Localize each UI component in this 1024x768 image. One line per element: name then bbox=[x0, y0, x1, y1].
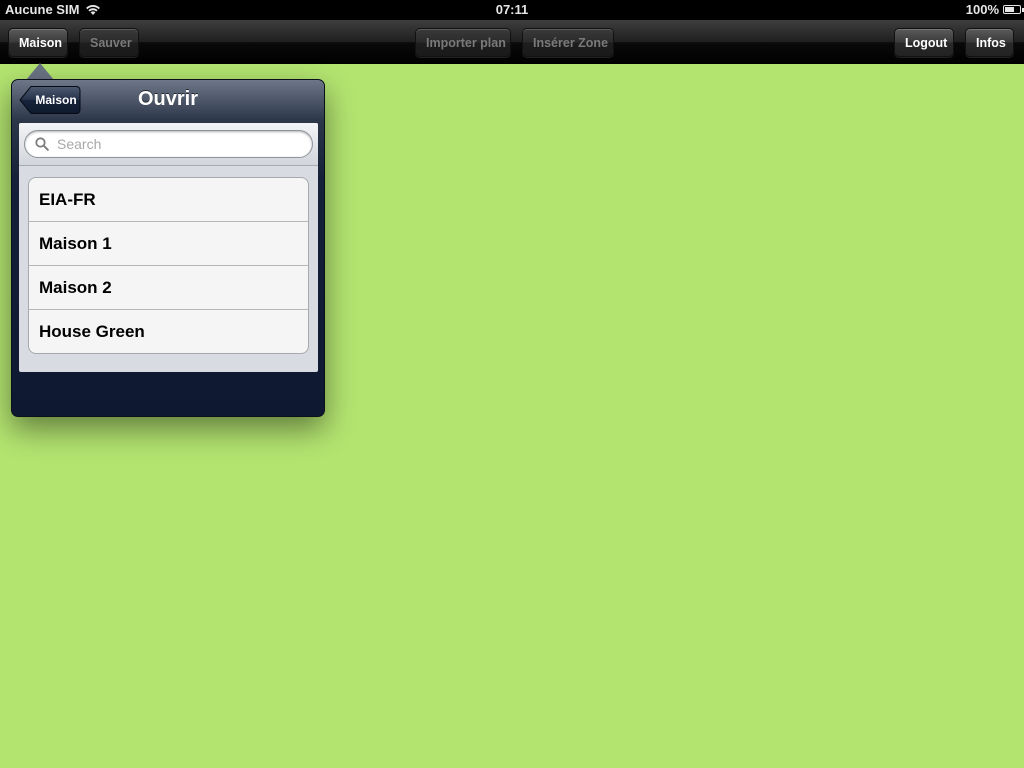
inserer-zone-button[interactable]: Insérer Zone bbox=[522, 28, 614, 57]
search-input[interactable] bbox=[57, 136, 297, 152]
logout-button[interactable]: Logout bbox=[894, 28, 954, 57]
battery-percent: 100% bbox=[965, 2, 999, 17]
search-icon bbox=[35, 137, 49, 151]
popover-title: Ouvrir bbox=[137, 88, 199, 110]
search-bar bbox=[19, 123, 318, 166]
list-item[interactable]: EIA-FR bbox=[29, 178, 308, 222]
list-item[interactable]: Maison 2 bbox=[29, 266, 308, 310]
maison-button[interactable]: Maison bbox=[8, 28, 68, 57]
toolbar: Maison Sauver Importer plan Insérer Zone… bbox=[0, 20, 1024, 64]
importer-plan-button[interactable]: Importer plan bbox=[415, 28, 511, 57]
battery-status: 100% bbox=[965, 2, 1024, 17]
status-bar: Aucune SIM 07:11 100% bbox=[0, 0, 1024, 20]
list-item[interactable]: Maison 1 bbox=[29, 222, 308, 266]
search-field[interactable] bbox=[24, 130, 313, 158]
battery-icon bbox=[1003, 5, 1024, 14]
clock: 07:11 bbox=[495, 2, 529, 17]
popover-arrow bbox=[26, 63, 54, 80]
infos-button[interactable]: Infos bbox=[965, 28, 1014, 57]
house-list: EIA-FR Maison 1 Maison 2 House Green bbox=[28, 177, 309, 354]
popover-content: EIA-FR Maison 1 Maison 2 House Green bbox=[19, 123, 318, 372]
ouvrir-popover: Maison Ouvrir EIA-FR Maison 1 Maison 2 H… bbox=[11, 79, 325, 417]
list-item[interactable]: House Green bbox=[29, 310, 308, 353]
sauver-button[interactable]: Sauver bbox=[79, 28, 139, 57]
